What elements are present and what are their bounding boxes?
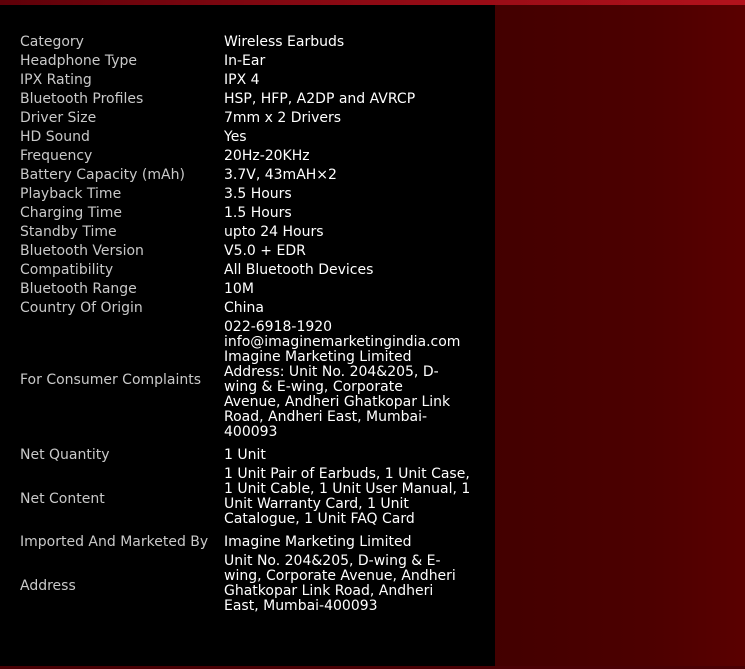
right-background-panel: [495, 5, 745, 666]
spec-label: Standby Time: [20, 224, 117, 240]
spec-label: Net Quantity: [20, 447, 110, 463]
spec-value: 1 Unit Pair of Earbuds, 1 Unit Case, 1 U…: [224, 466, 471, 527]
spec-row: Playback Time 3.5 Hours: [16, 185, 476, 204]
spec-value: Wireless Earbuds: [224, 34, 345, 50]
spec-label: Country Of Origin: [20, 300, 143, 316]
spec-value: Unit No. 204&205, D-wing & E- wing, Corp…: [224, 553, 456, 614]
spec-row: Charging Time 1.5 Hours: [16, 204, 476, 223]
spec-row: Country Of Origin China: [16, 299, 476, 318]
spec-label: Charging Time: [20, 205, 122, 221]
spec-label: IPX Rating: [20, 72, 92, 88]
spec-label: Headphone Type: [20, 53, 138, 69]
spec-value: 1.5 Hours: [224, 205, 292, 221]
spec-row: Frequency 20Hz-20KHz: [16, 147, 476, 166]
spec-value: China: [224, 300, 264, 316]
spec-label: Battery Capacity (mAh): [20, 167, 185, 183]
spec-value: 10M: [224, 281, 254, 297]
spec-label: Compatibility: [20, 262, 114, 278]
spec-row: Battery Capacity (mAh) 3.7V, 43mAH×2: [16, 166, 476, 185]
spec-value: 022-6918-1920 info@imaginemarketingindia…: [224, 319, 461, 440]
spec-row: Standby Time upto 24 Hours: [16, 223, 476, 242]
spec-label: For Consumer Complaints: [20, 371, 202, 388]
spec-value: 3.7V, 43mAH×2: [224, 167, 337, 183]
spec-row: Compatibility All Bluetooth Devices: [16, 261, 476, 280]
spec-value: 1 Unit: [224, 447, 266, 463]
spec-label: Playback Time: [20, 186, 122, 202]
spec-label: HD Sound: [20, 129, 90, 145]
spec-row: IPX Rating IPX 4: [16, 71, 476, 90]
specifications-table-body: Category Wireless Earbuds Headphone Type In…: [16, 33, 476, 616]
spec-row: Driver Size 7mm x 2 Drivers: [16, 109, 476, 128]
spec-row: Bluetooth Profiles HSP, HFP, A2DP and AVR…: [16, 90, 476, 109]
spec-value: 20Hz-20KHz: [224, 148, 310, 164]
spec-label: Net Content: [20, 490, 105, 507]
spec-row: Bluetooth Range 10M: [16, 280, 476, 299]
spec-row: For Consumer Complaints 022-6918-1920 inf…: [16, 318, 476, 442]
spec-value: upto 24 Hours: [224, 224, 324, 240]
spec-row: HD Sound Yes: [16, 128, 476, 147]
spec-value: V5.0 + EDR: [224, 243, 306, 259]
spec-label: Bluetooth Profiles: [20, 91, 144, 107]
spec-value: Imagine Marketing Limited: [224, 534, 412, 550]
spec-row: Imported And Marketed By Imagine Marketin…: [16, 529, 476, 552]
specifications-table: Category Wireless Earbuds Headphone Type In…: [16, 33, 476, 616]
spec-label: Bluetooth Range: [20, 281, 137, 297]
spec-label: Address: [20, 577, 76, 594]
spec-value: HSP, HFP, A2DP and AVRCP: [224, 91, 416, 107]
spec-label: Bluetooth Version: [20, 243, 144, 259]
specifications-panel: Category Wireless Earbuds Headphone Type In…: [0, 5, 495, 666]
spec-row: Address Unit No. 204&205, D-wing & E- win…: [16, 552, 476, 616]
spec-row: Net Content 1 Unit Pair of Earbuds, 1 Uni…: [16, 465, 476, 529]
spec-row: Bluetooth Version V5.0 + EDR: [16, 242, 476, 261]
spec-label: Driver Size: [20, 110, 97, 126]
spec-value: All Bluetooth Devices: [224, 262, 374, 278]
spec-value: 7mm x 2 Drivers: [224, 110, 342, 126]
spec-label: Frequency: [20, 148, 93, 164]
spec-row: Category Wireless Earbuds: [16, 33, 476, 52]
spec-row: Net Quantity 1 Unit: [16, 442, 476, 465]
spec-row: Headphone Type In-Ear: [16, 52, 476, 71]
spec-value: 3.5 Hours: [224, 186, 292, 202]
spec-value: In-Ear: [224, 53, 266, 69]
spec-label: Category: [20, 34, 84, 50]
spec-value: IPX 4: [224, 72, 260, 88]
spec-label: Imported And Marketed By: [20, 534, 209, 550]
spec-value: Yes: [224, 129, 247, 145]
